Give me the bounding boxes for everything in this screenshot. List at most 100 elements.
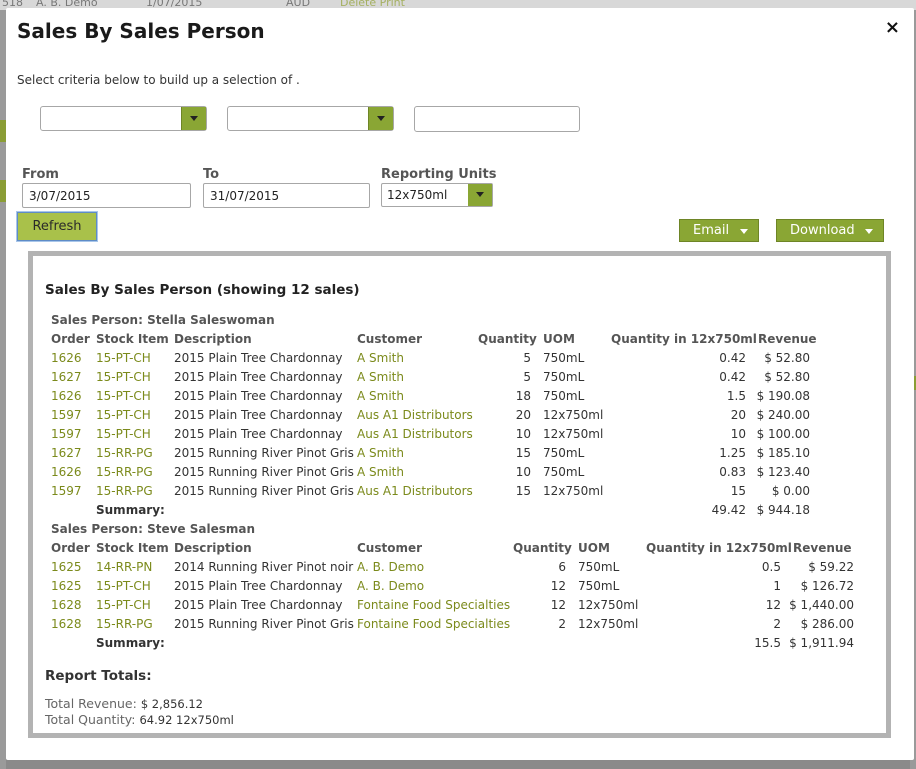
stock-item-link[interactable]: 15-PT-CH [96, 370, 151, 384]
order-link[interactable]: 1628 [51, 598, 82, 612]
column-header: Description [174, 541, 252, 555]
column-header: Stock Item [96, 541, 169, 555]
chevron-down-icon[interactable] [181, 107, 206, 130]
stock-item-link[interactable]: 15-RR-PG [96, 465, 153, 479]
revenue-cell: $ 190.08 [756, 389, 810, 403]
customer-link[interactable]: Aus A1 Distributors [357, 427, 473, 441]
criteria-select-2[interactable] [227, 106, 394, 131]
chevron-down-icon[interactable] [368, 107, 393, 130]
revenue-cell: $ 0.00 [771, 484, 810, 498]
column-header: Order [51, 332, 90, 346]
total-revenue: Total Revenue: $ 2,856.12 [45, 696, 203, 711]
customer-link[interactable]: A Smith [357, 370, 404, 384]
chevron-down-icon[interactable] [468, 184, 492, 206]
quantity-in-units-cell: 1.25 [719, 446, 746, 460]
quantity-cell: 5 [523, 370, 531, 384]
summary-label: Summary: [96, 636, 165, 650]
order-link[interactable]: 1597 [51, 484, 82, 498]
stock-item-link[interactable]: 15-RR-PG [96, 617, 153, 631]
total-quantity: Total Quantity: 64.92 12x750ml [45, 712, 234, 727]
uom-cell: 750mL [543, 389, 585, 403]
column-header: Order [51, 541, 90, 555]
report-totals-heading: Report Totals: [45, 668, 152, 684]
email-button[interactable]: Email [679, 219, 759, 242]
quantity-in-units-cell: 2 [773, 617, 781, 631]
quantity-in-units-cell: 1.5 [726, 389, 746, 403]
stock-item-link[interactable]: 15-PT-CH [96, 351, 151, 365]
customer-link[interactable]: A Smith [357, 465, 404, 479]
stock-item-link[interactable]: 15-RR-PG [96, 484, 153, 498]
order-link[interactable]: 1626 [51, 465, 82, 479]
uom-cell: 750mL [578, 579, 620, 593]
stock-item-link[interactable]: 15-PT-CH [96, 408, 151, 422]
column-header: Revenue [758, 332, 817, 346]
to-date-input[interactable]: 31/07/2015 [203, 183, 370, 208]
summary-revenue: $ 944.18 [756, 503, 810, 517]
customer-link[interactable]: A Smith [357, 389, 404, 403]
stock-item-link[interactable]: 15-RR-PG [96, 446, 153, 460]
revenue-cell: $ 52.80 [764, 351, 810, 365]
uom-cell: 750mL [543, 351, 585, 365]
stock-item-link[interactable]: 14-RR-PN [96, 560, 152, 574]
order-link[interactable]: 1627 [51, 446, 82, 460]
column-header: UOM [543, 332, 575, 346]
description-cell: 2015 Running River Pinot Gris [174, 446, 354, 460]
customer-link[interactable]: Aus A1 Distributors [357, 408, 473, 422]
stock-item-link[interactable]: 15-PT-CH [96, 598, 151, 612]
description-cell: 2015 Plain Tree Chardonnay [174, 370, 343, 384]
summary-revenue: $ 1,911.94 [789, 636, 854, 650]
description-cell: 2015 Plain Tree Chardonnay [174, 389, 343, 403]
order-link[interactable]: 1628 [51, 617, 82, 631]
reporting-units-select[interactable]: 12x750ml [381, 183, 493, 207]
order-link[interactable]: 1625 [51, 579, 82, 593]
customer-link[interactable]: Aus A1 Distributors [357, 484, 473, 498]
stock-item-link[interactable]: 15-PT-CH [96, 389, 151, 403]
sales-person-heading: Sales Person: Steve Salesman [51, 522, 256, 536]
order-link[interactable]: 1627 [51, 370, 82, 384]
total-revenue-label: Total Revenue: [45, 696, 137, 711]
modal-title: Sales By Sales Person [17, 19, 265, 43]
refresh-button[interactable]: Refresh [17, 212, 97, 241]
uom-cell: 750mL [543, 370, 585, 384]
order-link[interactable]: 1597 [51, 427, 82, 441]
summary-label: Summary: [96, 503, 165, 517]
column-header: Quantity [478, 332, 537, 346]
uom-cell: 750mL [543, 465, 585, 479]
quantity-in-units-cell: 10 [730, 427, 746, 441]
column-header: Quantity [513, 541, 572, 555]
total-quantity-label: Total Quantity: [45, 712, 136, 727]
stock-item-link[interactable]: 15-PT-CH [96, 579, 151, 593]
revenue-cell: $ 126.72 [800, 579, 854, 593]
close-button[interactable]: × [885, 18, 900, 38]
order-link[interactable]: 1597 [51, 408, 82, 422]
customer-link[interactable]: A Smith [357, 446, 404, 460]
report-modal: Sales By Sales Person × Select criteria … [6, 8, 914, 760]
quantity-in-units-cell: 15 [730, 484, 746, 498]
download-button[interactable]: Download [776, 219, 884, 242]
customer-link[interactable]: Fontaine Food Specialties [357, 617, 510, 631]
from-date-input[interactable]: 3/07/2015 [22, 183, 191, 208]
from-label: From [22, 167, 59, 182]
email-button-label: Email [693, 223, 730, 238]
criteria-select-1[interactable] [40, 106, 207, 131]
description-cell: 2015 Plain Tree Chardonnay [174, 598, 343, 612]
quantity-cell: 15 [515, 446, 531, 460]
criteria-text-input[interactable] [414, 106, 580, 132]
order-link[interactable]: 1626 [51, 389, 82, 403]
quantity-cell: 10 [515, 465, 531, 479]
sales-person-heading: Sales Person: Stella Saleswoman [51, 313, 275, 327]
order-link[interactable]: 1625 [51, 560, 82, 574]
stock-item-link[interactable]: 15-PT-CH [96, 427, 151, 441]
customer-link[interactable]: A. B. Demo [357, 560, 424, 574]
uom-cell: 12x750ml [578, 598, 639, 612]
customer-link[interactable]: A Smith [357, 351, 404, 365]
quantity-cell: 12 [550, 579, 566, 593]
customer-link[interactable]: Fontaine Food Specialties [357, 598, 510, 612]
quantity-in-units-cell: 0.42 [719, 351, 746, 365]
revenue-cell: $ 1,440.00 [789, 598, 854, 612]
quantity-in-units-cell: 1 [773, 579, 781, 593]
order-link[interactable]: 1626 [51, 351, 82, 365]
customer-link[interactable]: A. B. Demo [357, 579, 424, 593]
description-cell: 2014 Running River Pinot noir [174, 560, 354, 574]
uom-cell: 12x750ml [543, 427, 604, 441]
